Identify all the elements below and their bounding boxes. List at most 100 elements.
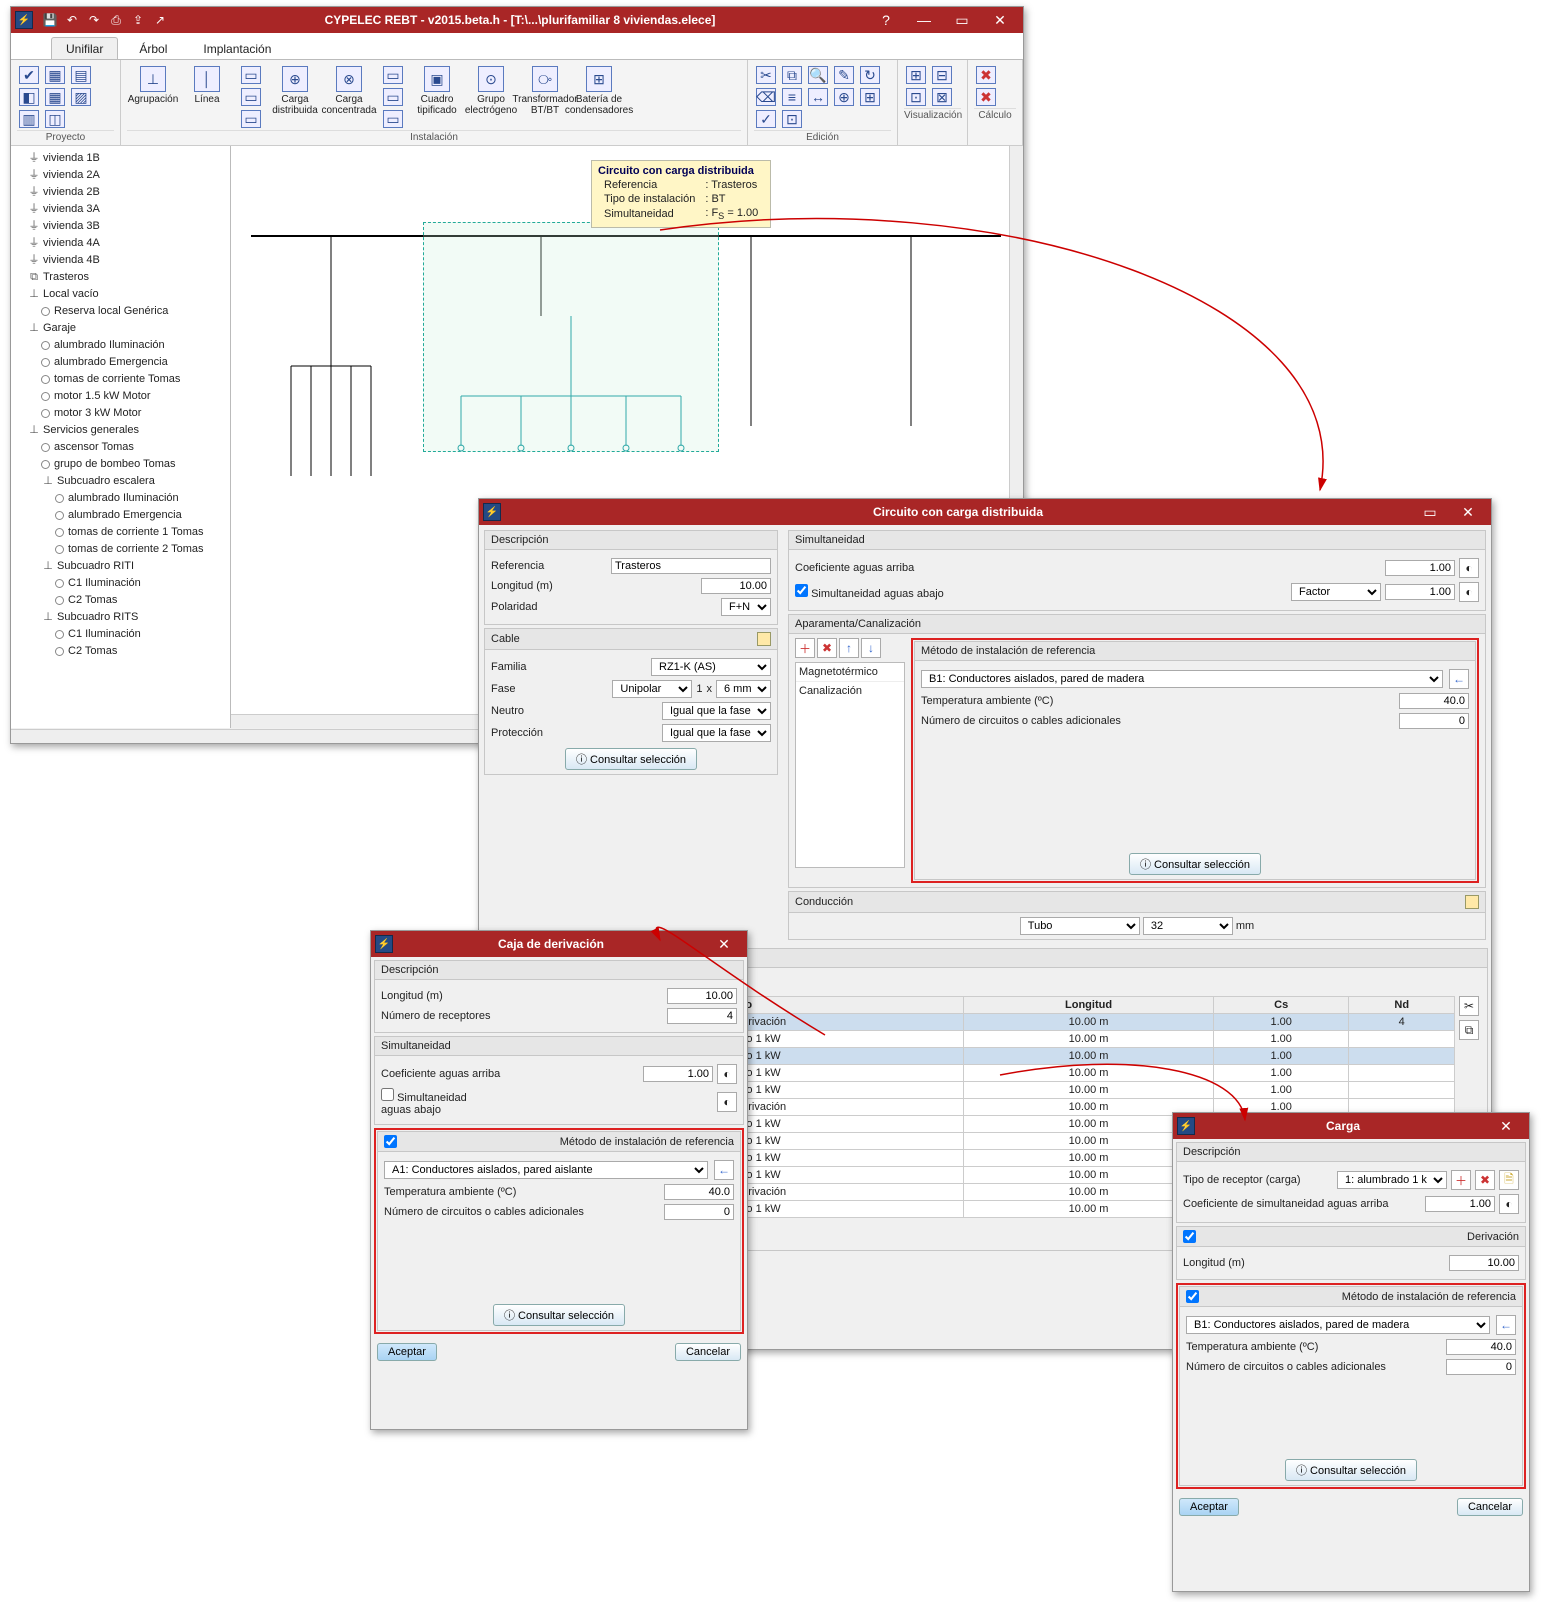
- tree-item[interactable]: ⧉Trasteros: [27, 269, 228, 286]
- input-factor[interactable]: [1385, 584, 1455, 600]
- select-cond-tipo[interactable]: Tubo: [1020, 917, 1140, 935]
- qat-redo-icon[interactable]: ↷: [85, 11, 103, 29]
- tree-item[interactable]: ⊥Subcuadro RITSC1 IluminaciónC2 Tomas: [41, 609, 228, 660]
- carga-num[interactable]: [1446, 1359, 1516, 1375]
- ed-4[interactable]: ✎: [832, 64, 856, 84]
- input-temp[interactable]: [1399, 693, 1469, 709]
- apar-row-canal[interactable]: Canalización: [796, 682, 904, 700]
- btn-bateria[interactable]: ⊞Batería de condensadores: [573, 64, 625, 118]
- info-icon-2[interactable]: ◐: [1459, 582, 1479, 602]
- tree-item[interactable]: ⏚vivienda 3B: [27, 218, 228, 235]
- carga-back-icon[interactable]: ←: [1496, 1315, 1516, 1335]
- tree-item[interactable]: C1 Iluminación: [55, 626, 228, 643]
- inst-small-6[interactable]: ▭: [381, 108, 405, 128]
- btn-carga-distribuida[interactable]: ⊕Carga distribuida: [269, 64, 321, 118]
- caja-info2-icon[interactable]: ◐: [717, 1092, 737, 1112]
- select-polaridad[interactable]: F+N: [721, 598, 771, 616]
- qat-undo-icon[interactable]: ↶: [63, 11, 81, 29]
- tree-item[interactable]: ⏚vivienda 4B: [27, 252, 228, 269]
- inst-small-4[interactable]: ▭: [381, 64, 405, 84]
- carga-lon[interactable]: [1449, 1255, 1519, 1271]
- tree-item[interactable]: alumbrado Emergencia: [55, 507, 228, 524]
- inst-small-3[interactable]: ▭: [239, 108, 263, 128]
- input-referencia[interactable]: [611, 558, 771, 574]
- ed-7[interactable]: ≡: [780, 86, 804, 106]
- tree-item[interactable]: alumbrado Iluminación: [55, 490, 228, 507]
- caja-select-metodo[interactable]: A1: Conductores aislados, pared aislante: [384, 1161, 708, 1179]
- info-icon[interactable]: ◐: [1459, 558, 1479, 578]
- ed-11[interactable]: ✓: [754, 108, 778, 128]
- carga-info-icon[interactable]: ◐: [1499, 1194, 1519, 1214]
- calc-1[interactable]: ✖: [974, 64, 998, 84]
- proj-btn-4[interactable]: ◧: [17, 86, 41, 106]
- qat-print-icon[interactable]: ⎙: [107, 11, 125, 29]
- lock-icon-2[interactable]: [1465, 895, 1479, 909]
- btn-consultar-cable[interactable]: ⓘ Consultar selección: [565, 748, 697, 770]
- apar-up-icon[interactable]: ↑: [839, 638, 859, 658]
- vis-3[interactable]: ⊡: [904, 86, 928, 106]
- inst-small-1[interactable]: ▭: [239, 64, 263, 84]
- caja-coef[interactable]: [643, 1066, 713, 1082]
- tree-item[interactable]: alumbrado Iluminación: [41, 337, 228, 354]
- carga-sel-metodo[interactable]: B1: Conductores aislados, pared de mader…: [1186, 1316, 1490, 1334]
- apar-add-icon[interactable]: ＋: [795, 638, 815, 658]
- tree-item[interactable]: ⊥Garajealumbrado Iluminaciónalumbrado Em…: [27, 320, 228, 422]
- tree-item[interactable]: ⏚vivienda 3A: [27, 201, 228, 218]
- tree-item[interactable]: Reserva local Genérica: [41, 303, 228, 320]
- apar-del-icon[interactable]: ✖: [817, 638, 837, 658]
- qat-save-icon[interactable]: 💾: [41, 11, 59, 29]
- btn-grupo-elec[interactable]: ⊙Grupo electrógeno: [465, 64, 517, 118]
- minimize-button[interactable]: —: [905, 9, 943, 31]
- carga-chk-deriv[interactable]: [1183, 1230, 1196, 1243]
- carga-add-icon[interactable]: ＋: [1451, 1170, 1471, 1190]
- tree-item[interactable]: motor 1.5 kW Motor: [41, 388, 228, 405]
- tree-item[interactable]: ⊥Subcuadro RITIC1 IluminaciónC2 Tomas: [41, 558, 228, 609]
- tree-item[interactable]: motor 3 kW Motor: [41, 405, 228, 422]
- tree-item[interactable]: ⊥Local vacíoReserva local Genérica: [27, 286, 228, 320]
- caja-back-icon[interactable]: ←: [714, 1160, 734, 1180]
- qat-share-icon[interactable]: ↗: [151, 11, 169, 29]
- caja-chk-metodo[interactable]: [384, 1135, 397, 1148]
- btn-consultar-metodo[interactable]: ⓘ Consultar selección: [1129, 853, 1261, 875]
- btn-linea[interactable]: │Línea: [181, 64, 233, 107]
- vis-2[interactable]: ⊟: [930, 64, 954, 84]
- btn-carga-concentrada[interactable]: ⊗Carga concentrada: [323, 64, 375, 118]
- carga-doc-icon[interactable]: 🗎: [1499, 1170, 1519, 1190]
- select-cond-diam[interactable]: 32: [1143, 917, 1233, 935]
- dlgcarga-close[interactable]: ✕: [1487, 1115, 1525, 1137]
- input-num-circ[interactable]: [1399, 713, 1469, 729]
- help-button[interactable]: ?: [867, 9, 905, 31]
- caja-nreceptores[interactable]: [667, 1008, 737, 1024]
- proj-btn-3[interactable]: ▤: [69, 64, 93, 84]
- ed-1[interactable]: ✂: [754, 64, 778, 84]
- chk-simul-abajo[interactable]: [795, 584, 808, 597]
- ed-9[interactable]: ⊕: [832, 86, 856, 106]
- carga-temp[interactable]: [1446, 1339, 1516, 1355]
- select-factor[interactable]: Factor: [1291, 583, 1381, 601]
- caja-info-icon[interactable]: ◐: [717, 1064, 737, 1084]
- ed-5[interactable]: ↻: [858, 64, 882, 84]
- carga-coef[interactable]: [1425, 1196, 1495, 1212]
- ed-2[interactable]: ⧉: [780, 64, 804, 84]
- ed-6[interactable]: ⌫: [754, 86, 778, 106]
- tree-item[interactable]: ⏚vivienda 1B: [27, 150, 228, 167]
- caja-longitud[interactable]: [667, 988, 737, 1004]
- carga-cancelar[interactable]: Cancelar: [1457, 1498, 1523, 1516]
- calc-2[interactable]: ✖: [974, 86, 998, 106]
- dlg-close-button[interactable]: ✕: [1449, 501, 1487, 523]
- caja-chk-abajo[interactable]: [381, 1088, 394, 1101]
- dlg-max-button[interactable]: ▭: [1411, 501, 1449, 523]
- btn-transformador[interactable]: ⧂Transformador BT/BT: [519, 64, 571, 118]
- tree-item[interactable]: ⏚vivienda 4A: [27, 235, 228, 252]
- maximize-button[interactable]: ▭: [943, 9, 981, 31]
- ed-10[interactable]: ⊞: [858, 86, 882, 106]
- select-fase[interactable]: Unipolar: [612, 680, 692, 698]
- caja-temp[interactable]: [664, 1184, 734, 1200]
- carga-aceptar[interactable]: Aceptar: [1179, 1498, 1239, 1516]
- tree-item[interactable]: grupo de bombeo Tomas: [41, 456, 228, 473]
- input-coef-arriba[interactable]: [1385, 560, 1455, 576]
- tree-item[interactable]: tomas de corriente Tomas: [41, 371, 228, 388]
- proj-btn-1[interactable]: ✔: [17, 64, 41, 84]
- carga-tipo[interactable]: 1: alumbrado 1 kW: [1337, 1171, 1447, 1189]
- qat-export-icon[interactable]: ⇪: [129, 11, 147, 29]
